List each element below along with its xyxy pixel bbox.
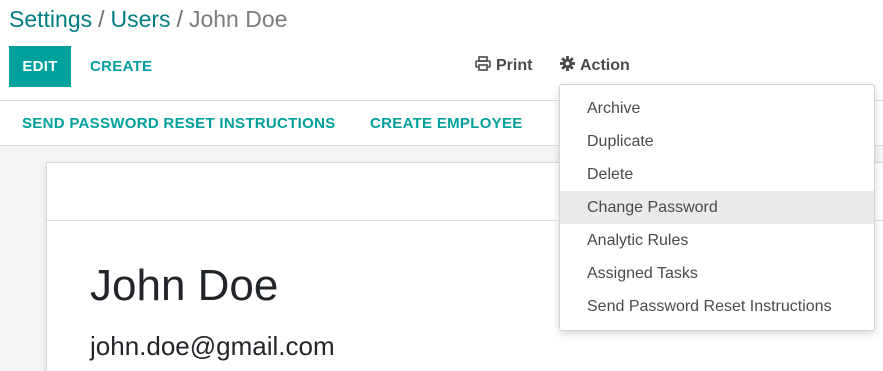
menu-item-assigned-tasks[interactable]: Assigned Tasks [560,257,874,290]
menu-item-analytic-rules[interactable]: Analytic Rules [560,224,874,257]
breadcrumb-current: John Doe [188,6,288,32]
menu-item-delete[interactable]: Delete [560,158,874,191]
action-menu-button[interactable]: Action [560,52,630,80]
breadcrumb-settings[interactable]: Settings [9,6,92,32]
menu-item-duplicate[interactable]: Duplicate [560,125,874,158]
breadcrumb-separator: / [176,6,183,32]
create-employee-button[interactable]: CREATE EMPLOYEE [370,101,523,145]
menu-item-change-password[interactable]: Change Password [560,191,874,224]
edit-button[interactable]: EDIT [9,46,71,87]
create-button[interactable]: CREATE [84,46,158,87]
user-email: john.doe@gmail.com [90,331,335,361]
menu-item-send-password-reset[interactable]: Send Password Reset Instructions [560,290,874,323]
gear-icon [560,56,575,76]
printer-icon [475,56,491,76]
print-label: Print [496,57,533,74]
action-label: Action [580,57,630,74]
send-password-reset-button[interactable]: SEND PASSWORD RESET INSTRUCTIONS [22,101,336,145]
menu-item-archive[interactable]: Archive [560,92,874,125]
breadcrumb-separator: / [98,6,105,32]
action-dropdown-menu: Archive Duplicate Delete Change Password… [559,84,875,331]
print-menu-button[interactable]: Print [475,52,532,80]
breadcrumb: Settings / Users / John Doe [9,4,287,34]
breadcrumb-users[interactable]: Users [111,6,171,32]
user-name: John Doe [90,261,279,310]
